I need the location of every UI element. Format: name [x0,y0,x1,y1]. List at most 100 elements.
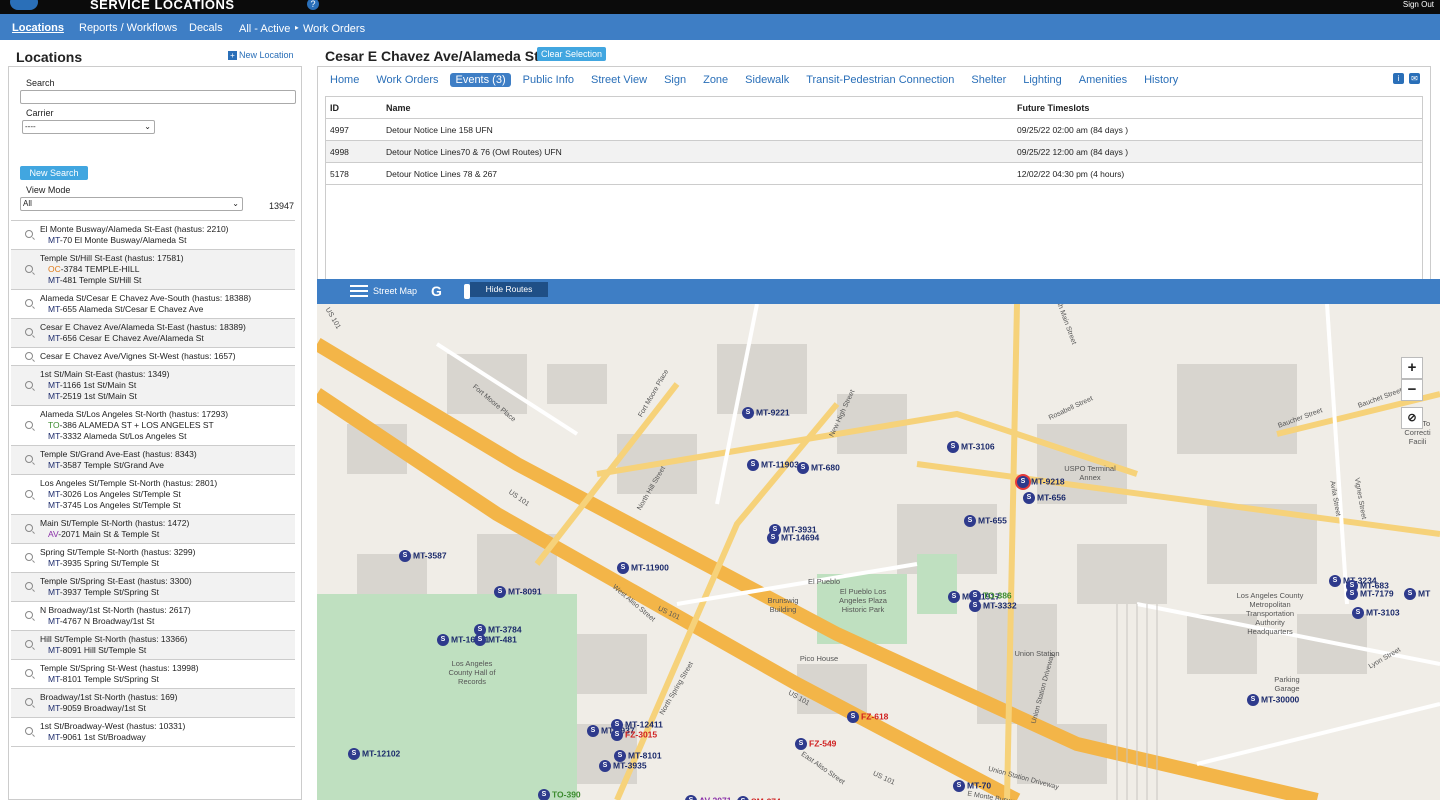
bus-stop-marker[interactable]: S FZ-549 [795,738,836,750]
list-item[interactable]: Spring St/Temple St-North (hastus: 3299)… [11,544,295,573]
carrier-code: MT [48,235,60,245]
bus-stop-marker[interactable]: S MT-14694 [767,532,819,544]
tab-zone[interactable]: Zone [698,73,733,87]
app-logo-icon [10,0,38,10]
marker-label: FZ-3015 [625,729,658,740]
tab-home[interactable]: Home [325,73,364,87]
bus-stop-marker[interactable]: S MT-11900 [617,562,669,574]
bus-stop-marker[interactable]: S MT-656 [1023,492,1066,504]
bus-stop-marker[interactable]: S MT-7179 [1346,588,1394,600]
bus-stop-marker[interactable]: S MT-481 [474,634,517,646]
draw-polygon-icon[interactable]: ⊘ [1401,407,1423,429]
stop-name: -4767 N Broadway/1st St [59,616,155,626]
list-item[interactable]: Main St/Temple St-North (hastus: 1472) AV… [11,515,295,544]
view-mode-select[interactable]: All ⌄ [20,197,243,211]
bus-stop-icon: S [1346,588,1358,600]
tab-lighting[interactable]: Lighting [1018,73,1067,87]
tab-amenities[interactable]: Amenities [1074,73,1132,87]
street-map-button[interactable]: Street Map [373,286,417,296]
bus-stop-marker[interactable]: S MT-655 [964,515,1007,527]
tab-sidewalk[interactable]: Sidewalk [740,73,794,87]
list-item[interactable]: Cesar E Chavez Ave/Alameda St-East (hast… [11,319,295,348]
nav-work-orders[interactable]: All - Active ‣ Work Orders [239,22,365,35]
list-item[interactable]: 1st St/Main St-East (hastus: 1349) MT-116… [11,366,295,406]
bus-stop-icon: S [399,550,411,562]
clear-selection-button[interactable]: Clear Selection [537,47,607,61]
bus-stop-marker[interactable]: S FZ-618 [847,711,888,723]
help-icon[interactable]: ? [307,0,319,10]
bus-stop-marker[interactable]: S MT-3332 [969,600,1017,612]
list-item[interactable]: El Monte Busway/Alameda St-East (hastus:… [11,221,295,250]
tab-history[interactable]: History [1139,73,1183,87]
bus-stop-marker[interactable]: S MT-3103 [1352,607,1400,619]
tab-work-orders[interactable]: Work Orders [371,73,443,87]
carrier-code: MT [48,380,60,390]
sign-out-link[interactable]: Sign Out [1403,0,1434,9]
hide-routes-button[interactable]: Hide Routes [470,282,548,297]
search-input[interactable] [20,90,296,104]
bus-stop-marker[interactable]: S MT-9221 [742,407,790,419]
search-icon [25,524,33,532]
tab-street-view[interactable]: Street View [586,73,652,87]
app-title: SERVICE LOCATIONS [90,0,235,12]
bus-stop-marker[interactable]: S MT-12102 [348,748,400,760]
list-item[interactable]: Temple St/Grand Ave-East (hastus: 8343) M… [11,446,295,475]
list-item[interactable]: 1st St/Broadway-West (hastus: 10331) MT-9… [11,718,295,747]
zoom-in-button[interactable]: + [1401,357,1423,379]
marker-label: MT-3106 [961,441,995,452]
tab-transit-pedestrian-connection[interactable]: Transit-Pedestrian Connection [801,73,959,87]
place-label: Pico House [799,654,839,663]
bus-stop-marker[interactable]: S MT-11903 [747,459,799,471]
table-row[interactable]: 5178 Detour Notice Lines 78 & 267 12/02/22… [326,163,1422,185]
bus-stop-icon: S [1352,607,1364,619]
list-item[interactable]: Temple St/Spring St-West (hastus: 13998)… [11,660,295,689]
stop-name: -3332 Alameda St/Los Angeles St [59,431,187,441]
list-item-title: 1st St/Main St-East (hastus: 1349) [40,369,170,379]
list-item[interactable]: Temple St/Spring St-East (hastus: 3300) M… [11,573,295,602]
list-item[interactable]: Cesar E Chavez Ave/Vignes St-West (hastu… [11,348,295,366]
bus-stop-marker[interactable]: S MT [1404,588,1430,600]
list-item-title: Spring St/Temple St-North (hastus: 3299) [40,547,196,557]
tab-sign[interactable]: Sign [659,73,691,87]
bus-stop-marker[interactable]: S MT-30000 [1247,694,1299,706]
list-item[interactable]: Hill St/Temple St-North (hastus: 13366) M… [11,631,295,660]
bus-stop-marker[interactable]: S MT-3106 [947,441,995,453]
list-item[interactable]: Temple St/Hill St-East (hastus: 17581) OC… [11,250,295,290]
table-row[interactable]: 4997 Detour Notice Line 158 UFN 09/25/22 0… [326,119,1422,141]
place-label: El Pueblo [807,577,841,586]
map[interactable]: S MT-9221 S MT-11903 S MT-680 S MT-3106 S MT-9218… [317,304,1440,800]
bus-stop-marker[interactable]: S MT-8091 [494,586,542,598]
stop-name: -3587 Temple St/Grand Ave [59,460,164,470]
map-background [317,304,1440,800]
table-row[interactable]: 4998 Detour Notice Lines70 & 76 (Owl Rout… [326,141,1422,163]
list-item[interactable]: Alameda St/Los Angeles St-North (hastus:… [11,406,295,446]
nav-locations[interactable]: Locations [12,22,64,34]
bus-stop-marker[interactable]: S TO-390 [538,789,581,800]
carrier-select[interactable]: ---- ⌄ [22,120,155,134]
bus-stop-marker[interactable]: SAV-2071 [685,795,731,800]
stop-name: -2519 1st St/Main St [59,391,137,401]
list-item[interactable]: Alameda St/Cesar E Chavez Ave-South (has… [11,290,295,319]
bus-stop-marker[interactable]: SSM-274 [737,796,781,800]
tab-events-3[interactable]: Events (3) [450,73,511,87]
zoom-out-button[interactable]: − [1401,379,1423,401]
list-item[interactable]: Broadway/1st St-North (hastus: 169) MT-90… [11,689,295,718]
bus-stop-marker[interactable]: S MT-680 [797,462,840,474]
list-item[interactable]: Los Angeles St/Temple St-North (hastus: … [11,475,295,515]
email-icon[interactable]: ✉ [1409,73,1420,84]
nav-reports-workflows[interactable]: Reports / Workflows [79,22,177,34]
list-item[interactable]: N Broadway/1st St-North (hastus: 2617) MT… [11,602,295,631]
tab-shelter[interactable]: Shelter [966,73,1011,87]
bus-stop-marker[interactable]: S MT-3935 [599,760,647,772]
google-icon[interactable]: G [431,283,442,299]
list-icon[interactable] [350,285,368,297]
new-search-button[interactable]: New Search [20,166,88,180]
list-item-stop: OC-3784 TEMPLE-HILL [40,264,295,275]
nav-decals[interactable]: Decals [189,22,223,34]
info-icon[interactable]: i [1393,73,1404,84]
bus-stop-icon: S [767,532,779,544]
new-location-link[interactable]: + New Location [228,50,294,60]
tab-public-info[interactable]: Public Info [518,73,579,87]
bus-stop-marker[interactable]: S MT-3587 [399,550,447,562]
bus-stop-marker[interactable]: S FZ-3015 [611,729,657,741]
